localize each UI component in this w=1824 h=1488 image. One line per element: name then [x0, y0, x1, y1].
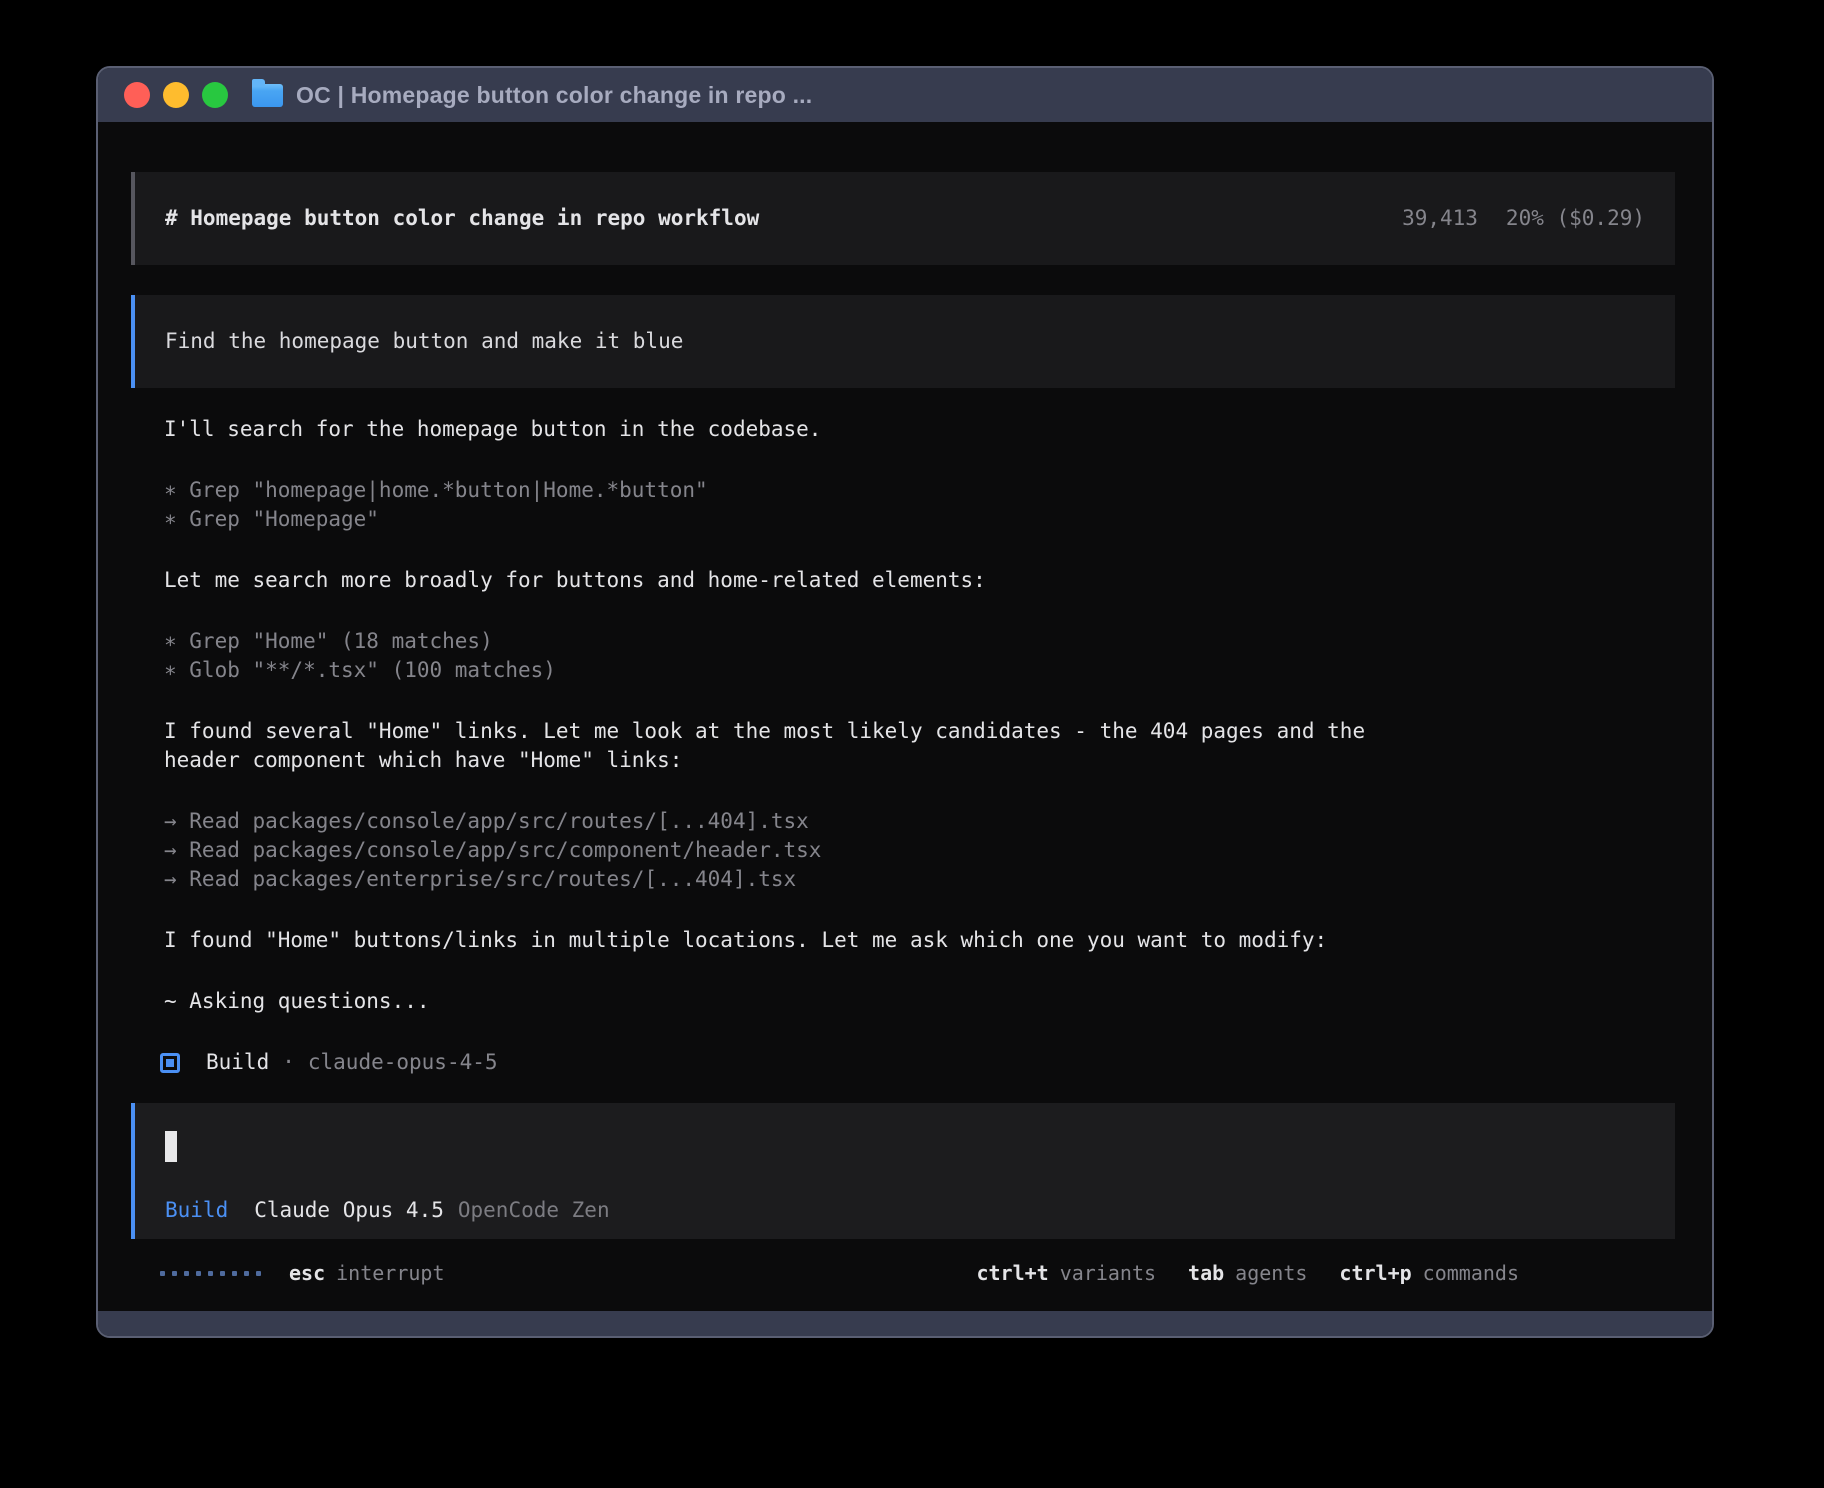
shortcut-label: variants: [1060, 1259, 1156, 1288]
window-titlebar[interactable]: OC | Homepage button color change in rep…: [98, 68, 1712, 122]
input-meta: Build Claude Opus 4.5 OpenCode Zen: [165, 1196, 1645, 1225]
session-title: # Homepage button color change in repo w…: [165, 204, 759, 233]
assistant-text: Let me search more broadly for buttons a…: [164, 566, 1404, 595]
tool-call-group: ∗ Grep "homepage|home.*button|Home.*butt…: [164, 476, 1675, 534]
spinner-dot: [184, 1271, 189, 1276]
shortcut-variants: ctrl+t variants: [976, 1259, 1156, 1288]
input-agent-label[interactable]: Build: [165, 1196, 228, 1225]
spinner-dot: [232, 1271, 237, 1276]
spinner-dot: [196, 1271, 201, 1276]
shortcut-key: tab: [1188, 1259, 1224, 1288]
tool-call-group: → Read packages/console/app/src/routes/[…: [164, 807, 1675, 894]
tool-call-line: ∗ Grep "homepage|home.*button|Home.*butt…: [164, 476, 1675, 505]
spinner-dot: [208, 1271, 213, 1276]
text-cursor: [165, 1131, 177, 1162]
shortcut-label: commands: [1423, 1259, 1519, 1288]
traffic-lights: [124, 82, 228, 108]
conversation: I'll search for the homepage button in t…: [131, 415, 1675, 1016]
tool-call-line: ∗ Grep "Homepage": [164, 505, 1675, 534]
window-title: OC | Homepage button color change in rep…: [296, 82, 812, 109]
terminal-window: OC | Homepage button color change in rep…: [96, 66, 1714, 1338]
shortcut-label: agents: [1235, 1259, 1307, 1288]
shortcut-key: ctrl+p: [1339, 1259, 1411, 1288]
zoom-button[interactable]: [202, 82, 228, 108]
assistant-text: I found "Home" buttons/links in multiple…: [164, 926, 1404, 955]
folder-icon: [252, 84, 283, 107]
agent-separator: ·: [282, 1048, 295, 1077]
assistant-text: ~ Asking questions...: [164, 987, 1404, 1016]
tool-call-group: ∗ Grep "Home" (18 matches)∗ Glob "**/*.t…: [164, 627, 1675, 685]
input-provider-label: OpenCode Zen: [458, 1196, 610, 1225]
window-bottom-strip: [98, 1311, 1712, 1336]
spinner: [160, 1271, 261, 1276]
minimize-button[interactable]: [163, 82, 189, 108]
tool-call-line: ∗ Grep "Home" (18 matches): [164, 627, 1675, 656]
status-bar: escinterrupt ctrl+tvariantstabagentsctrl…: [131, 1259, 1675, 1288]
shortcut-agents: tab agents: [1188, 1259, 1307, 1288]
user-message-text: Find the homepage button and make it blu…: [165, 329, 683, 353]
shortcut-interrupt: esc interrupt: [289, 1259, 445, 1288]
agent-square-icon: [160, 1053, 180, 1073]
shortcut-commands: ctrl+p commands: [1339, 1259, 1519, 1288]
agent-model: claude-opus-4-5: [308, 1048, 498, 1077]
tool-call-line: → Read packages/enterprise/src/routes/[.…: [164, 865, 1675, 894]
session-stats: 39,413 20% ($0.29): [1402, 204, 1645, 233]
close-button[interactable]: [124, 82, 150, 108]
context-usage: 20% ($0.29): [1506, 204, 1645, 233]
shortcut-key: esc: [289, 1259, 325, 1288]
spinner-dot: [220, 1271, 225, 1276]
prompt-input[interactable]: Build Claude Opus 4.5 OpenCode Zen: [131, 1103, 1675, 1239]
assistant-text: I'll search for the homepage button in t…: [164, 415, 1404, 444]
session-header: # Homepage button color change in repo w…: [131, 172, 1675, 265]
agent-name: Build: [206, 1048, 269, 1077]
assistant-text: I found several "Home" links. Let me loo…: [164, 717, 1404, 775]
tool-call-line: → Read packages/console/app/src/componen…: [164, 836, 1675, 865]
spinner-dot: [256, 1271, 261, 1276]
agent-status-line: Build · claude-opus-4-5: [131, 1048, 1675, 1077]
shortcut-key: ctrl+t: [976, 1259, 1048, 1288]
status-left-shortcuts: esc interrupt: [289, 1259, 445, 1288]
spinner-dot: [160, 1271, 165, 1276]
shortcut-label: interrupt: [336, 1259, 444, 1288]
user-message: Find the homepage button and make it blu…: [131, 295, 1675, 388]
spinner-dot: [172, 1271, 177, 1276]
spinner-dot: [244, 1271, 249, 1276]
tool-call-line: → Read packages/console/app/src/routes/[…: [164, 807, 1675, 836]
token-count: 39,413: [1402, 204, 1478, 233]
terminal-content: # Homepage button color change in repo w…: [98, 122, 1712, 1311]
input-model-label[interactable]: Claude Opus 4.5: [254, 1196, 444, 1225]
tool-call-line: ∗ Glob "**/*.tsx" (100 matches): [164, 656, 1675, 685]
status-right-shortcuts: ctrl+t variants tab agents ctrl+p commands: [976, 1259, 1519, 1288]
